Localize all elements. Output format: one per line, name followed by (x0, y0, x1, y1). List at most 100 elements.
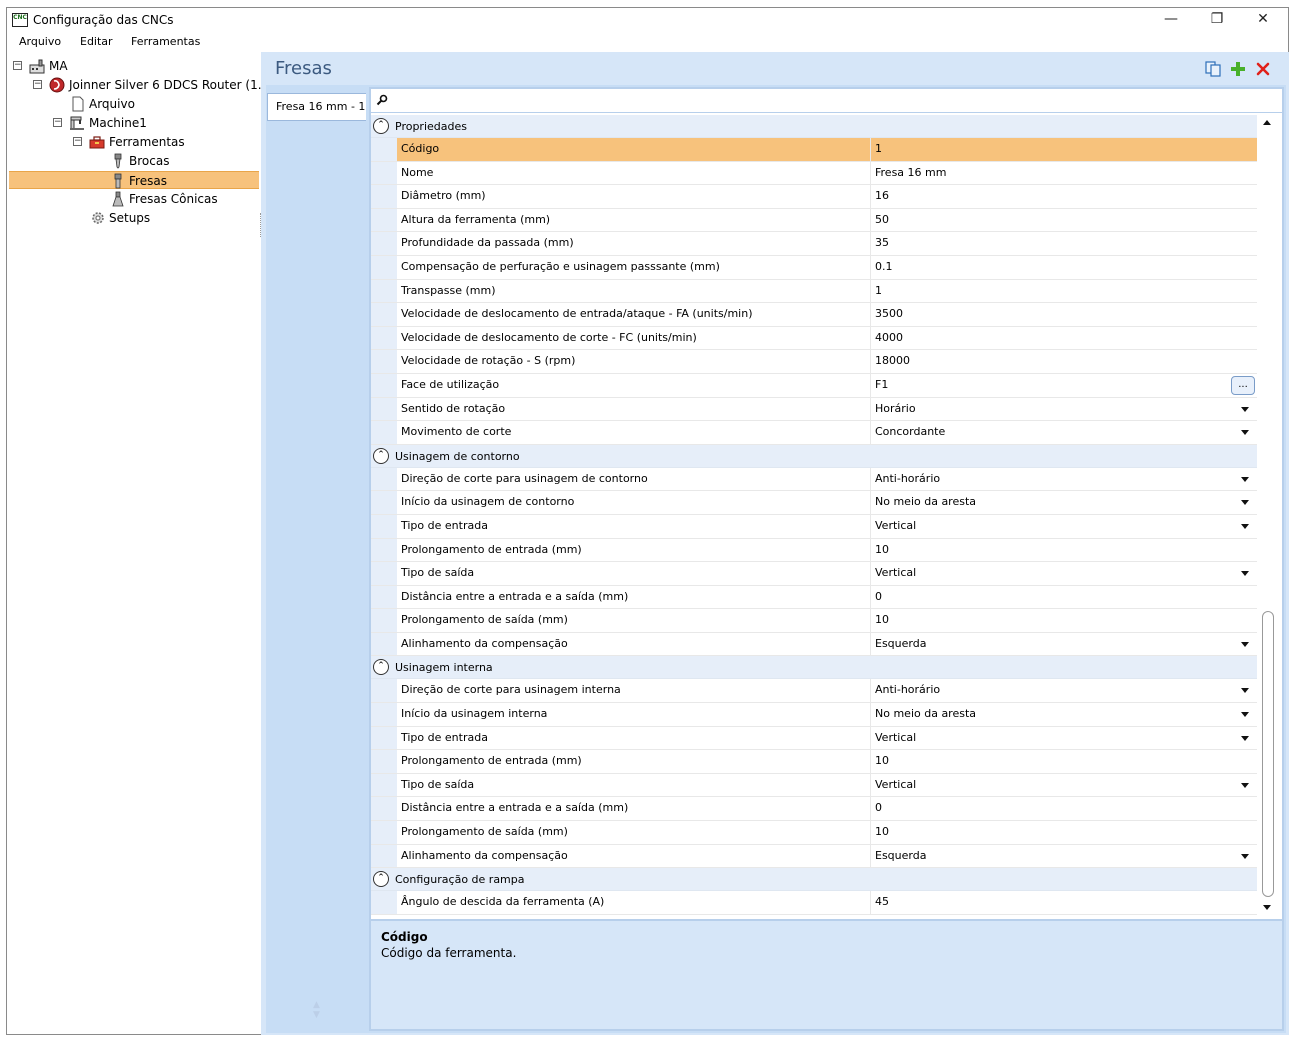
dropdown-arrow-icon[interactable] (1241, 782, 1249, 788)
property-row[interactable]: Tipo de saída Vertical (371, 562, 1257, 586)
property-value[interactable]: 10 (871, 539, 1257, 562)
property-value[interactable]: 0.1 (871, 256, 1257, 279)
property-row[interactable]: Movimento de corte Concordante (371, 421, 1257, 445)
collapse-category-icon[interactable]: ⌃ (373, 871, 389, 888)
tree-node-ferramentas[interactable]: − Ferramentas (73, 133, 243, 151)
tree-node-ma[interactable]: − MA (13, 57, 253, 75)
property-value[interactable]: 4000 (871, 327, 1257, 350)
property-row[interactable]: Prolongamento de entrada (mm) 10 (371, 750, 1257, 774)
dropdown-arrow-icon[interactable] (1241, 476, 1249, 482)
tree-node-setups[interactable]: Setups (88, 209, 238, 227)
scroll-up-arrow[interactable] (1263, 120, 1271, 125)
property-value[interactable]: Vertical (871, 515, 1257, 538)
property-row[interactable]: Tipo de entrada Vertical (371, 514, 1257, 539)
property-value[interactable]: 10 (871, 750, 1257, 773)
property-row[interactable]: Nome Fresa 16 mm (371, 161, 1257, 186)
dropdown-arrow-icon[interactable] (1241, 430, 1249, 436)
property-row[interactable]: Distância entre a entrada e a saída (mm)… (371, 797, 1257, 822)
property-row[interactable]: Compensação de perfuração e usinagem pas… (371, 255, 1257, 280)
dropdown-arrow-icon[interactable] (1241, 735, 1249, 741)
property-row[interactable]: Sentido de rotação Horário (371, 397, 1257, 422)
collapse-category-icon[interactable]: ⌃ (373, 447, 389, 464)
dropdown-arrow-icon[interactable] (1241, 500, 1249, 506)
property-row[interactable]: Início da usinagem de contorno No meio da… (371, 491, 1257, 515)
property-value[interactable]: 3500 (871, 303, 1257, 326)
property-value[interactable]: 0 (871, 797, 1257, 820)
property-value[interactable]: 50 (871, 209, 1257, 232)
menu-arquivo[interactable]: Arquivo (19, 35, 61, 48)
menu-ferramentas[interactable]: Ferramentas (131, 35, 200, 48)
dropdown-arrow-icon[interactable] (1241, 523, 1249, 529)
property-value[interactable]: No meio da aresta (871, 491, 1257, 514)
scroll-down-arrow[interactable] (1263, 905, 1271, 910)
property-value[interactable]: 10 (871, 609, 1257, 632)
property-row[interactable]: Velocidade de deslocamento de entrada/at… (371, 303, 1257, 327)
restore-button[interactable]: ❐ (1194, 10, 1240, 30)
property-row[interactable]: Alinhamento da compensação Esquerda (371, 844, 1257, 869)
collapse-category-icon[interactable]: ⌃ (373, 659, 389, 676)
delete-button[interactable] (1254, 60, 1272, 78)
tree-node-fresas[interactable]: Fresas (9, 171, 259, 189)
collapse-toggle[interactable]: − (33, 80, 42, 89)
property-value[interactable]: 45 (871, 891, 1257, 914)
property-value[interactable]: Esquerda (871, 845, 1257, 868)
duplicate-button[interactable] (1204, 60, 1222, 78)
menu-editar[interactable]: Editar (80, 35, 113, 48)
property-value[interactable]: 1 (871, 138, 1257, 161)
property-row[interactable]: Alinhamento da compensação Esquerda (371, 632, 1257, 657)
tree-node-machine1[interactable]: − Machine1 (53, 114, 223, 132)
property-value[interactable]: 35 (871, 232, 1257, 255)
property-value[interactable]: No meio da aresta (871, 703, 1257, 726)
property-value[interactable]: Horário (871, 398, 1257, 421)
property-row[interactable]: Profundidade da passada (mm) 35 (371, 232, 1257, 256)
scroll-thumb[interactable] (1262, 611, 1274, 897)
tree-node-fresas-conicas[interactable]: Fresas Cônicas (108, 190, 258, 208)
property-row[interactable]: Prolongamento de saída (mm) 10 (371, 821, 1257, 845)
collapse-toggle[interactable]: − (13, 61, 22, 70)
tree-node-brocas[interactable]: Brocas (108, 152, 248, 170)
minimize-button[interactable]: — (1148, 10, 1194, 30)
property-value[interactable]: Concordante (871, 421, 1257, 444)
property-value[interactable]: Esquerda (871, 633, 1257, 656)
property-row[interactable]: Altura da ferramenta (mm) 50 (371, 208, 1257, 233)
dropdown-arrow-icon[interactable] (1241, 571, 1249, 577)
property-value[interactable]: Vertical (871, 774, 1257, 797)
property-value[interactable]: Vertical (871, 562, 1257, 585)
property-row[interactable]: Face de utilização F1... (371, 373, 1257, 398)
property-row[interactable]: Diâmetro (mm) 16 (371, 185, 1257, 209)
tree-node-machine[interactable]: − Joinner Silver 6 DDCS Router (1.0) (33, 76, 274, 94)
property-value[interactable]: 10 (871, 821, 1257, 844)
property-value[interactable]: Anti-horário (871, 679, 1257, 702)
dropdown-arrow-icon[interactable] (1241, 641, 1249, 647)
property-row[interactable]: Direção de corte para usinagem interna An… (371, 679, 1257, 704)
property-row[interactable]: Direção de corte para usinagem de contor… (371, 467, 1257, 492)
tab-fresa-16mm[interactable]: Fresa 16 mm - 1 (267, 93, 366, 121)
property-row[interactable]: Velocidade de rotação - S (rpm) 18000 (371, 350, 1257, 374)
collapse-category-icon[interactable]: ⌃ (373, 118, 389, 134)
property-row[interactable]: Tipo de saída Vertical (371, 773, 1257, 798)
grid-scrollbar[interactable] (1258, 115, 1278, 917)
tree-node-arquivo[interactable]: Arquivo (68, 95, 218, 113)
property-value[interactable]: Vertical (871, 727, 1257, 750)
property-row[interactable]: Velocidade de deslocamento de corte - FC… (371, 326, 1257, 351)
property-row[interactable]: Código 1 (371, 138, 1257, 162)
dropdown-arrow-icon[interactable] (1241, 712, 1249, 718)
tab-scroll-arrows[interactable]: ▲ ▼ (313, 1000, 320, 1020)
dropdown-arrow-icon[interactable] (1241, 688, 1249, 694)
property-row[interactable]: Transpasse (mm) 1 (371, 279, 1257, 304)
dropdown-arrow-icon[interactable] (1241, 406, 1249, 412)
property-value[interactable]: 1 (871, 280, 1257, 303)
property-row[interactable]: Ângulo de descida da ferramenta (A) 45 (371, 891, 1257, 915)
collapse-toggle[interactable]: − (53, 118, 62, 127)
search-input[interactable] (393, 92, 1273, 110)
property-value[interactable]: Fresa 16 mm (871, 162, 1257, 185)
property-row[interactable]: Prolongamento de entrada (mm) 10 (371, 538, 1257, 563)
property-value[interactable]: 16 (871, 185, 1257, 208)
property-row[interactable]: Tipo de entrada Vertical (371, 726, 1257, 751)
ellipsis-button[interactable]: ... (1231, 375, 1255, 395)
property-value[interactable]: F1... (871, 374, 1257, 397)
property-value[interactable]: 18000 (871, 350, 1257, 373)
add-button[interactable] (1229, 60, 1247, 78)
property-value[interactable]: Anti-horário (871, 468, 1257, 491)
property-row[interactable]: Início da usinagem interna No meio da are… (371, 703, 1257, 727)
